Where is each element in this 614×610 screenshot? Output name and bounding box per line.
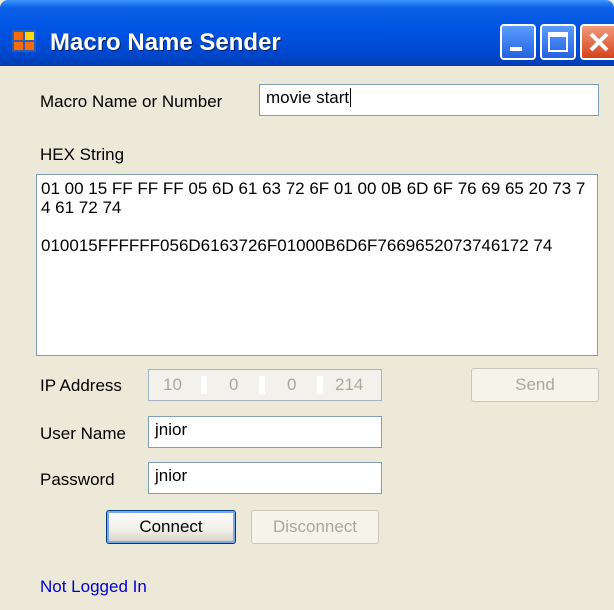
login-status: Not Logged In xyxy=(40,577,147,596)
ip-separator xyxy=(201,376,207,394)
maximize-button[interactable] xyxy=(540,24,576,60)
ip-address-label: IP Address xyxy=(40,376,122,395)
hex-compact-text: 010015FFFFFF056D6163726F01000B6D6F766965… xyxy=(41,236,553,255)
minimize-icon xyxy=(510,47,522,51)
ip-octet-4: 214 xyxy=(335,375,364,394)
app-window: Macro Name Sender Macro Name or Number m… xyxy=(0,0,614,610)
hex-string-textarea[interactable]: 01 00 15 FF FF FF 05 6D 61 63 72 6F 01 0… xyxy=(36,174,598,356)
maximize-icon xyxy=(548,32,568,52)
connect-button[interactable]: Connect xyxy=(106,510,236,544)
text-cursor xyxy=(350,88,352,107)
macro-name-value: movie start xyxy=(266,88,350,107)
close-icon xyxy=(589,32,609,52)
macro-name-input[interactable]: movie start xyxy=(259,84,599,116)
user-name-input[interactable]: jnior xyxy=(148,416,382,448)
ip-octet-3: 0 xyxy=(287,375,297,394)
ip-separator xyxy=(317,376,323,394)
password-label: Password xyxy=(40,470,115,489)
app-icon xyxy=(12,30,36,52)
password-input[interactable]: jnior xyxy=(148,462,382,494)
hex-spaced-text: 01 00 15 FF FF FF 05 6D 61 63 72 6F 01 0… xyxy=(41,179,586,217)
minimize-button[interactable] xyxy=(500,24,536,60)
close-button[interactable] xyxy=(580,24,614,60)
ip-octet-2: 0 xyxy=(229,375,239,394)
user-name-label: User Name xyxy=(40,424,126,443)
macro-name-label: Macro Name or Number xyxy=(40,92,223,111)
ip-separator xyxy=(259,376,265,394)
send-button[interactable]: Send xyxy=(471,368,599,402)
window-title: Macro Name Sender xyxy=(50,29,281,56)
title-bar[interactable]: Macro Name Sender xyxy=(0,0,614,66)
ip-octet-1: 10 xyxy=(163,375,182,394)
hex-string-label: HEX String xyxy=(40,145,125,164)
ip-address-input: 10 0 0 214 xyxy=(148,369,382,401)
disconnect-button[interactable]: Disconnect xyxy=(251,510,379,544)
